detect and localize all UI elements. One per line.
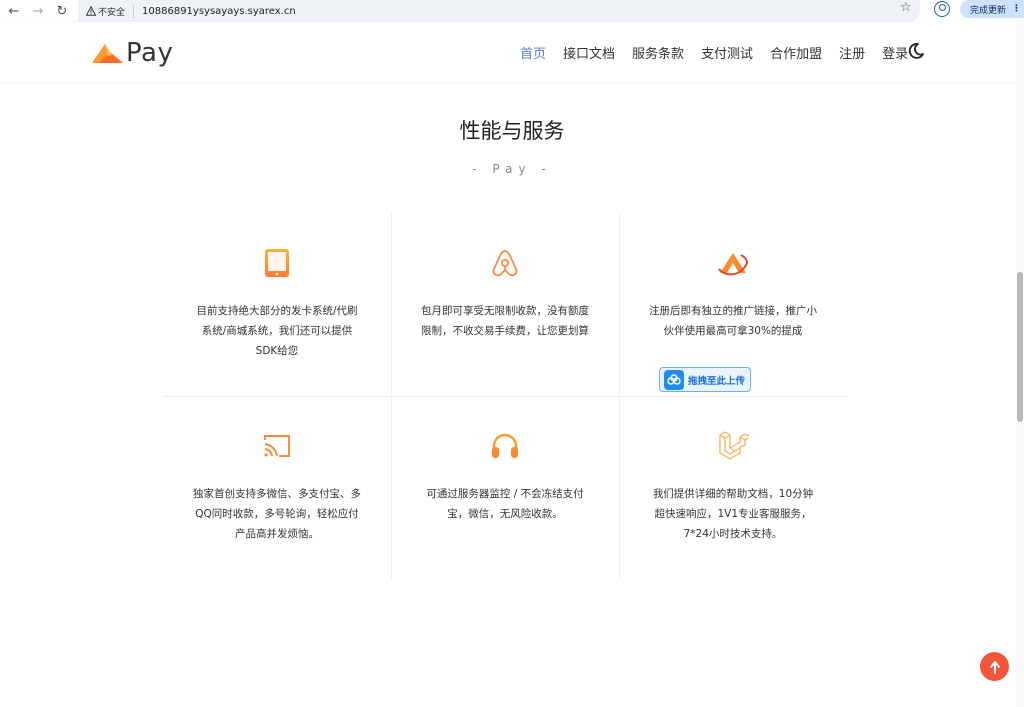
update-button[interactable]: 完成更新 ⋮ <box>960 0 1024 18</box>
warning-icon <box>86 6 96 16</box>
profile-icon[interactable] <box>934 1 950 17</box>
feature-text: 包月即可享受无限制收款，没有额度限制，不收交易手续费，让您更划算 <box>421 305 589 337</box>
section-title: 性能与服务 <box>459 119 565 143</box>
security-label: 不安全 <box>98 7 126 18</box>
headphones-icon <box>492 433 518 458</box>
feature-card: 我们提供详细的帮助文档，10分钟超快速响应，1V1专业客服服务，7*24小时技术… <box>619 396 847 579</box>
features-grid: 目前支持绝大部分的发卡系统/代刷系统/商城系统，我们还可以提供SDK给您 包月即… <box>163 213 847 579</box>
menu-item-register[interactable]: 注册 <box>839 43 865 62</box>
drag-upload-button[interactable]: 拖拽至此上传 <box>659 367 751 392</box>
back-to-top-button[interactable] <box>980 652 1009 681</box>
back-button[interactable]: ← <box>4 1 24 21</box>
scrollbar-thumb[interactable] <box>1017 272 1023 422</box>
feature-text: 独家首创支持多微信、多支付宝、多QQ同时收款，多号轮询，轻松应付产品高并发烦恼。 <box>193 488 361 540</box>
upload-cloud-icon <box>664 369 684 390</box>
menu-item-pay-test[interactable]: 支付测试 <box>701 43 753 62</box>
feature-card: 目前支持绝大部分的发卡系统/代刷系统/商城系统，我们还可以提供SDK给您 <box>163 213 391 396</box>
upload-label: 拖拽至此上传 <box>688 375 746 387</box>
feature-text: 我们提供详细的帮助文档，10分钟超快速响应，1V1专业客服服务，7*24小时技术… <box>652 488 814 540</box>
feature-text: 可通过服务器监控 / 不会冻结支付宝，微信，无风险收款。 <box>426 488 584 520</box>
security-indicator[interactable]: 不安全 <box>86 4 135 18</box>
feature-text: 目前支持绝大部分的发卡系统/代刷系统/商城系统，我们还可以提供SDK给您 <box>196 305 358 357</box>
main-menu: 首页 接口文档 服务条款 支付测试 合作加盟 注册 登录 <box>520 43 925 62</box>
menu-item-login[interactable]: 登录 <box>882 43 908 62</box>
cast-icon <box>264 435 290 457</box>
section-subtitle: - Pay - <box>472 162 552 176</box>
airbnb-icon <box>492 250 518 277</box>
tablet-icon <box>265 249 289 277</box>
feature-card: 独家首创支持多微信、多支付宝、多QQ同时收款，多号轮询，轻松应付产品高并发烦恼。 <box>163 396 391 579</box>
arrow-up-icon <box>989 660 1000 674</box>
url-text: 10886891ysysayays.syarex.cn <box>142 5 296 17</box>
update-label: 完成更新 <box>970 5 1007 16</box>
affiliate-logo-icon <box>718 253 748 276</box>
menu-item-terms[interactable]: 服务条款 <box>632 43 684 62</box>
feature-text: 注册后即有独立的推广链接，推广小伙伴使用最高可拿30%的提成 <box>649 305 817 337</box>
bookmark-star-icon[interactable]: ☆ <box>900 0 916 18</box>
more-menu-icon[interactable]: ⋮ <box>1012 4 1021 14</box>
logo-text: Pay <box>126 38 174 68</box>
address-bar[interactable]: 不安全 10886891ysysayays.syarex.cn <box>78 0 920 22</box>
forward-button[interactable]: → <box>28 1 48 21</box>
laravel-icon <box>719 431 749 460</box>
menu-item-api-docs[interactable]: 接口文档 <box>563 43 615 62</box>
menu-item-home[interactable]: 首页 <box>520 43 546 62</box>
dark-mode-moon-icon[interactable] <box>907 42 925 60</box>
site-header: Pay 首页 接口文档 服务条款 支付测试 合作加盟 注册 登录 <box>0 22 1024 82</box>
reload-button[interactable]: ↻ <box>52 1 72 21</box>
menu-item-partner[interactable]: 合作加盟 <box>770 43 822 62</box>
page-scrollbar[interactable] <box>1016 22 1024 707</box>
feature-card: 可通过服务器监控 / 不会冻结支付宝，微信，无风险收款。 <box>391 396 619 579</box>
logo-mark-icon <box>92 44 123 63</box>
logo[interactable]: Pay <box>90 38 173 68</box>
feature-card: 包月即可享受无限制收款，没有额度限制，不收交易手续费，让您更划算 <box>391 213 619 396</box>
